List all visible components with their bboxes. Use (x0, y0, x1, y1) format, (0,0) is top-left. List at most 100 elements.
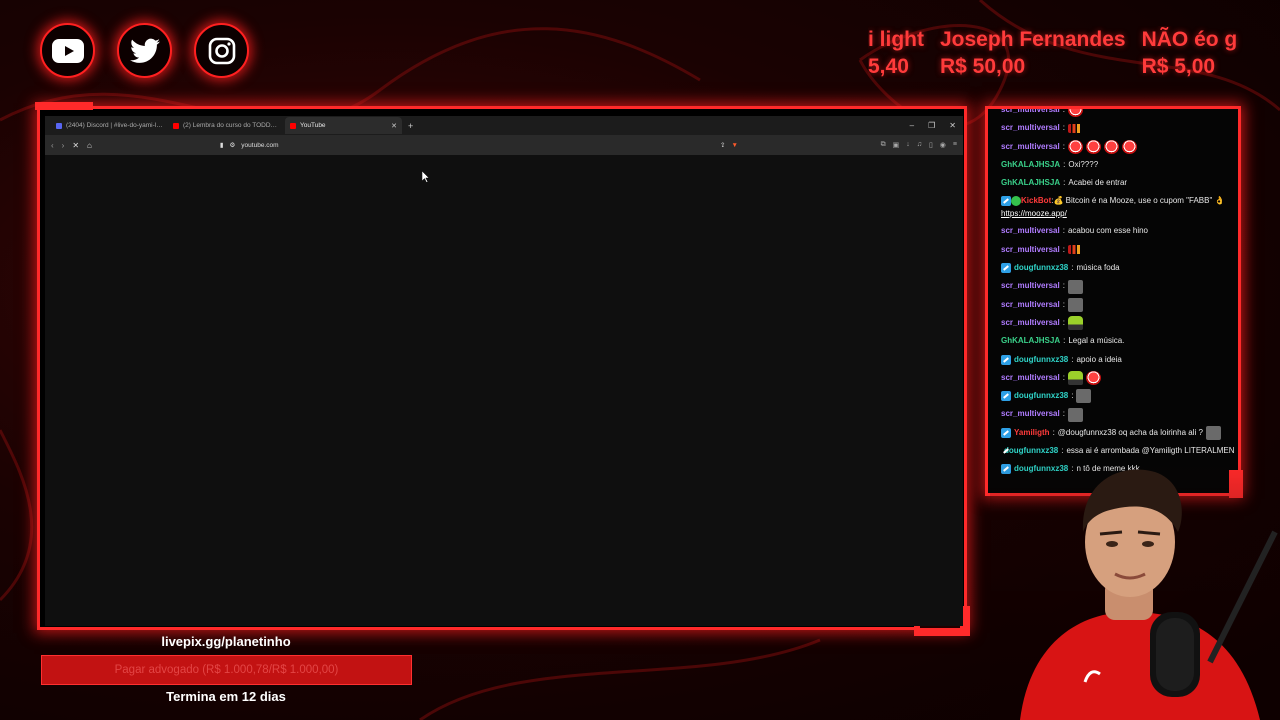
home-icon[interactable]: ⌂ (87, 141, 92, 150)
chat-username[interactable]: scr_multiversal (1001, 138, 1060, 156)
chat-separator: : (1062, 317, 1065, 327)
back-icon[interactable]: ‹ (51, 141, 54, 150)
chat-username[interactable]: KickBot (1021, 196, 1051, 205)
chat-username[interactable]: scr_multiversal (1001, 314, 1060, 332)
kick-badge-icon (1001, 354, 1011, 365)
share-icon[interactable]: ⇪ (720, 141, 725, 149)
window-controls: – ❐ ✕ (910, 121, 963, 130)
chat-separator: : (1063, 336, 1066, 346)
chat-username[interactable]: GhKALAJHSJA (1001, 156, 1060, 174)
chat-username[interactable]: scr_multiversal (1001, 277, 1060, 295)
discord-icon (56, 122, 62, 129)
chat-text: Legal a música. (1068, 336, 1125, 346)
chat-separator: : (1063, 178, 1066, 188)
chat-username[interactable]: Yamiligth (1014, 424, 1050, 442)
donor-name: i light (868, 28, 924, 51)
tab-discord[interactable]: (2404) Discord | #live-do-yami-light (51, 117, 168, 134)
emote-icon (1076, 389, 1092, 404)
chat-separator: : (1062, 409, 1065, 419)
tab-bar: (2404) Discord | #live-do-yami-light (2)… (45, 116, 963, 135)
address-bar[interactable]: ▮ ⚙ youtube.com ⇪ ▼ (220, 138, 738, 152)
chat-link[interactable]: https://mooze.app/ (1001, 209, 1067, 218)
twitter-icon[interactable] (117, 23, 172, 78)
chat-message: dougfunnxz38: essa ai é arrombada @Yamili… (1001, 442, 1234, 460)
donation-ticker: i light 5,40 Joseph Fernandes R$ 50,00 N… (868, 26, 1280, 78)
emote-icon (1067, 407, 1083, 422)
vpn-icon[interactable]: ◉ (940, 141, 946, 149)
chat-message: scr_multiversal: (1001, 119, 1234, 137)
chat-username[interactable]: scr_multiversal (1001, 405, 1060, 423)
webcam-feed (990, 462, 1280, 720)
close-window-icon[interactable]: ✕ (949, 121, 956, 130)
chat-username[interactable]: dougfunnxz38 (1014, 351, 1068, 369)
download-icon[interactable]: ↓ (906, 141, 910, 149)
chat-username[interactable]: scr_multiversal (1001, 119, 1060, 137)
brave-shield-icon[interactable]: ▼ (731, 142, 737, 149)
kick-badge-icon (1001, 427, 1011, 438)
tab-youtube[interactable]: YouTube ✕ (285, 117, 402, 134)
chat-text: apoio a ideia (1076, 354, 1122, 364)
wallet-icon[interactable]: ▣ (893, 141, 900, 149)
chat-username[interactable]: scr_multiversal (1001, 369, 1060, 387)
chat-message: dougfunnxz38: música foda (1001, 259, 1234, 277)
chat-message: GhKALAJHSJA: Acabei de entrar (1001, 174, 1234, 192)
media-icon[interactable]: ♫ (917, 141, 922, 149)
stop-icon[interactable]: ✕ (72, 141, 79, 150)
youtube-icon[interactable] (40, 23, 95, 78)
chat-message: GhKALAJHSJA: Legal a música. (1001, 332, 1234, 350)
emote-icon (1085, 139, 1101, 154)
chat-message: scr_multiversal: (1001, 369, 1234, 387)
goal-url: livepix.gg/planetinho (161, 634, 291, 649)
chat-separator: : (1071, 263, 1074, 273)
browser-window: (2404) Discord | #live-do-yami-light (2)… (45, 116, 963, 626)
chat-username[interactable]: dougfunnxz38 (1014, 259, 1068, 277)
extensions-icon[interactable]: ⧉ (881, 141, 886, 149)
maximize-icon[interactable]: ❐ (928, 121, 935, 130)
bookmark-icon[interactable]: ▮ (220, 141, 224, 149)
minimize-icon[interactable]: – (910, 121, 914, 130)
menu-icon[interactable]: ≡ (953, 141, 957, 149)
chat-message: dougfunnxz38: (1001, 387, 1234, 405)
chat-separator: : (1062, 141, 1065, 151)
social-icons (40, 23, 249, 78)
emote-icon (1067, 245, 1083, 255)
goal-end-text: Termina em 12 dias (166, 689, 286, 704)
chat-username[interactable]: scr_multiversal (1001, 296, 1060, 314)
cursor-icon (422, 171, 430, 183)
chat-username[interactable]: GhKALAJHSJA (1001, 332, 1060, 350)
emote-icon (1085, 371, 1101, 385)
chat-text: essa ai é arrombada @Yamiligth LITERALME… (1066, 446, 1234, 456)
chat-text: Acabei de entrar (1068, 178, 1128, 188)
chat-separator: : (1071, 354, 1074, 364)
donor-name: NÃO éo g (1141, 28, 1238, 51)
tab-youtube-video[interactable]: (2) Lembra do curso do TODDYN? e (168, 117, 285, 134)
forward-icon[interactable]: › (62, 141, 65, 150)
streamer-illustration (1020, 469, 1278, 720)
chat-message: scr_multiversal: acabou com esse hino (1001, 222, 1234, 240)
instagram-icon[interactable] (194, 23, 249, 78)
donation-item: i light 5,40 (868, 26, 924, 78)
close-icon[interactable]: ✕ (391, 122, 397, 130)
sidebar-icon[interactable]: ▯ (929, 141, 933, 149)
donation-amount: R$ 50,00 (940, 55, 1026, 78)
verified-badge-icon (1011, 196, 1021, 207)
chat-username[interactable]: GhKALAJHSJA (1001, 174, 1060, 192)
goal-text: Pagar advogado (R$ 1.000,78/R$ 1.000,00) (114, 664, 339, 676)
donation-amount: R$ 5,00 (1141, 55, 1216, 78)
new-tab-icon[interactable]: + (408, 121, 413, 131)
chat-username[interactable]: scr_multiversal (1001, 241, 1060, 259)
chat-username[interactable]: dougfunnxz38 (1004, 442, 1058, 460)
emote-icon (1067, 297, 1083, 312)
chat-text: 💰 Bitcoin é na Mooze, use o cupom "FABB"… (1053, 196, 1225, 206)
chat-text: acabou com esse hino (1067, 226, 1148, 236)
chat-message: scr_multiversal: (1001, 138, 1234, 156)
tab-label: YouTube (300, 122, 326, 129)
youtube-icon (173, 122, 179, 129)
url-text: youtube.com (241, 141, 279, 149)
chat-username[interactable]: dougfunnxz38 (1014, 387, 1068, 405)
goal-progress-bar: Pagar advogado (R$ 1.000,78/R$ 1.000,00) (41, 655, 412, 685)
chat-username[interactable]: scr_multiversal (1001, 109, 1060, 119)
chat-username[interactable]: scr_multiversal (1001, 222, 1060, 240)
site-info-icon[interactable]: ⚙ (229, 141, 235, 149)
page-viewport[interactable] (45, 155, 963, 626)
